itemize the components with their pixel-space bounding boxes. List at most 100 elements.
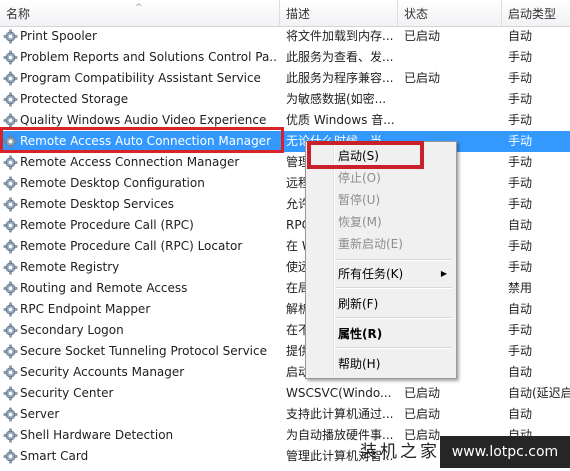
service-status	[404, 89, 500, 110]
service-name: Remote Desktop Services	[20, 197, 175, 211]
gear-icon	[3, 407, 18, 422]
menu-item-label: 重新启动(E)	[338, 237, 403, 251]
column-header-name[interactable]: 名称 ^	[0, 0, 280, 26]
gear-icon	[3, 176, 18, 191]
table-row[interactable]: Protected Storage 为敏感数据(如密... 手动	[0, 89, 570, 110]
sort-ascending-icon: ^	[135, 3, 143, 13]
table-row[interactable]: Program Compatibility Assistant Service 此…	[0, 68, 570, 89]
table-row[interactable]: Secondary Logon 在不... 手动	[0, 320, 570, 341]
table-row[interactable]: Remote Procedure Call (RPC) RPC... 自动	[0, 215, 570, 236]
table-row[interactable]: Security Center WSCSVC(Windo... 已启动 自动(延迟启	[0, 383, 570, 404]
service-startup-type: 自动(延迟启	[508, 386, 570, 400]
service-name: Security Center	[20, 386, 114, 400]
service-description: 优质 Windows 音...	[286, 113, 395, 127]
table-row[interactable]: Routing and Remote Access 在局... 禁用	[0, 278, 570, 299]
menu-item-4[interactable]: 重新启动(E)	[338, 234, 453, 254]
table-row[interactable]: Remote Desktop Configuration 远程... 手动	[0, 173, 570, 194]
gear-icon	[3, 197, 18, 212]
service-name: Remote Desktop Configuration	[20, 176, 205, 190]
submenu-arrow-icon: ▶	[440, 269, 447, 278]
table-row[interactable]: Remote Access Connection Manager 管理... 手动	[0, 152, 570, 173]
service-startup-type: 手动	[508, 134, 533, 148]
service-startup-type: 手动	[508, 50, 533, 64]
gear-icon	[3, 29, 18, 44]
service-name: Print Spooler	[20, 29, 97, 43]
service-name: Remote Procedure Call (RPC) Locator	[20, 239, 243, 253]
gear-icon	[3, 302, 18, 317]
menu-item-7[interactable]: 属性(R)	[338, 324, 453, 344]
service-startup-type: 自动	[508, 365, 533, 379]
service-name: Routing and Remote Access	[20, 281, 188, 295]
menu-item-3[interactable]: 恢复(M)	[338, 212, 453, 232]
menu-item-label: 属性(R)	[338, 327, 383, 341]
service-startup-type: 手动	[508, 71, 533, 85]
service-startup-type: 自动	[508, 29, 533, 43]
menu-item-2[interactable]: 暂停(U)	[338, 190, 453, 210]
service-description: 为敏感数据(如密...	[286, 92, 387, 106]
service-name: Smart Card	[20, 449, 89, 463]
menu-item-label: 刷新(F)	[338, 297, 379, 311]
service-name: Remote Access Connection Manager	[20, 155, 240, 169]
table-row[interactable]: Problem Reports and Solutions Control Pa…	[0, 47, 570, 68]
menu-item-label: 暂停(U)	[338, 193, 381, 207]
menu-item-label: 停止(O)	[338, 171, 381, 185]
selected-row-highlight-annotation	[0, 127, 284, 153]
watermark-url: www.lotpc.com	[440, 436, 570, 468]
gear-icon	[3, 218, 18, 233]
service-description: 支持此计算机通过...	[286, 407, 394, 421]
service-startup-type: 自动	[508, 407, 533, 421]
service-name: Problem Reports and Solutions Control Pa…	[20, 50, 278, 64]
service-startup-type: 手动	[508, 92, 533, 106]
service-name: Protected Storage	[20, 92, 129, 106]
service-startup-type: 禁用	[508, 281, 533, 295]
table-row[interactable]: RPC Endpoint Mapper 解析... 自动	[0, 299, 570, 320]
column-label: 名称	[6, 7, 31, 21]
gear-icon	[3, 365, 18, 380]
column-label: 描述	[286, 7, 311, 21]
gear-icon	[3, 281, 18, 296]
service-status: 已启动	[404, 407, 441, 421]
service-name: Server	[20, 407, 60, 421]
service-startup-type: 手动	[508, 176, 533, 190]
service-status	[404, 110, 500, 131]
menu-separator	[336, 347, 452, 349]
column-header-startup-type[interactable]: 启动类型	[502, 0, 570, 26]
gear-icon	[3, 344, 18, 359]
service-description: WSCSVC(Windo...	[286, 386, 392, 400]
service-status: 已启动	[404, 71, 441, 85]
service-startup-type: 手动	[508, 323, 533, 337]
menu-item-6[interactable]: 刷新(F)	[338, 294, 453, 314]
gear-icon	[3, 92, 18, 107]
table-row[interactable]: Security Accounts Manager 启动... 自动	[0, 362, 570, 383]
table-row[interactable]: Print Spooler 将文件加载到内存... 已启动 自动	[0, 26, 570, 47]
service-name: Remote Procedure Call (RPC)	[20, 218, 194, 232]
column-label: 启动类型	[508, 7, 557, 21]
gear-icon	[3, 155, 18, 170]
menu-item-5[interactable]: 所有任务(K) ▶	[338, 264, 453, 284]
gear-icon	[3, 260, 18, 275]
menu-separator	[336, 317, 452, 319]
menu-item-label: 所有任务(K)	[338, 267, 404, 281]
context-menu: 启动(S) 停止(O) 暂停(U) 恢复(M) 重新启动(E) 所有任务(K) ▶ 刷新(F)…	[305, 141, 457, 379]
service-startup-type: 手动	[508, 344, 533, 358]
table-row[interactable]: Secure Socket Tunneling Protocol Service…	[0, 341, 570, 362]
column-header-status[interactable]: 状态	[398, 0, 502, 26]
service-startup-type: 手动	[508, 239, 533, 253]
table-row[interactable]: Remote Desktop Services 允许... 手动	[0, 194, 570, 215]
column-header-description[interactable]: 描述	[280, 0, 398, 26]
table-row[interactable]: Server 支持此计算机通过... 已启动 自动	[0, 404, 570, 425]
gear-icon	[3, 449, 18, 464]
table-row[interactable]: Remote Procedure Call (RPC) Locator在 W..…	[0, 236, 570, 257]
service-status: 已启动	[404, 29, 441, 43]
menu-item-1[interactable]: 停止(O)	[338, 168, 453, 188]
menu-item-8[interactable]: 帮助(H)	[338, 354, 453, 374]
menu-gutter	[333, 144, 335, 376]
gear-icon	[3, 71, 18, 86]
service-name: Remote Registry	[20, 260, 120, 274]
service-status: 已启动	[404, 386, 441, 400]
gear-icon	[3, 428, 18, 443]
table-row[interactable]: Remote Registry 使远... 手动	[0, 257, 570, 278]
service-name: Security Accounts Manager	[20, 365, 185, 379]
menu-separator	[336, 287, 452, 289]
menu-separator	[336, 259, 452, 261]
